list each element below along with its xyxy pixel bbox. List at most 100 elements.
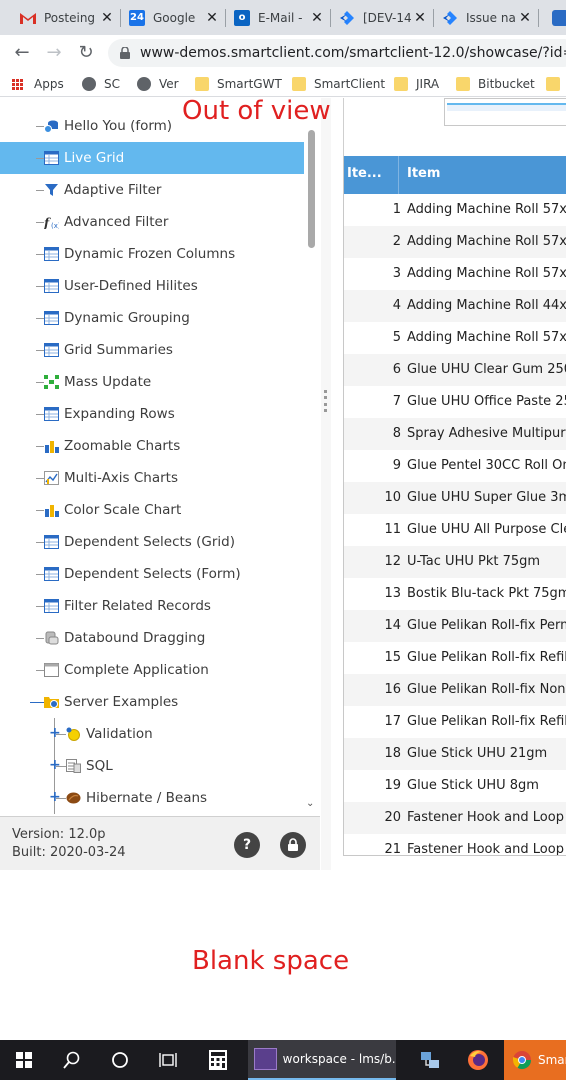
search-button[interactable]: [48, 1040, 96, 1080]
tree-item-label: Validation: [86, 726, 153, 742]
tab-outlook[interactable]: o E-Mail - ✕: [226, 0, 330, 35]
calculator-button[interactable]: [196, 1040, 240, 1080]
windows-start-button[interactable]: [0, 1040, 48, 1080]
tree-item[interactable]: Server Examples: [0, 686, 304, 718]
tab-jira-dev[interactable]: [DEV-14 ✕: [331, 0, 433, 35]
bookmark-bitbucket[interactable]: Bitbucket: [456, 75, 535, 93]
table-row[interactable]: 7 Glue UHU Office Paste 250g: [344, 386, 566, 418]
tree-item[interactable]: Databound Dragging: [0, 622, 304, 654]
tree-item[interactable]: Adaptive Filter: [0, 174, 304, 206]
table-row[interactable]: 8 Spray Adhesive Multipurpose: [344, 418, 566, 450]
tree-item[interactable]: Mass Update: [0, 366, 304, 398]
tab-jira-issue[interactable]: Issue na ✕: [434, 0, 538, 35]
gmail-icon: [20, 10, 36, 26]
scrollbar-thumb[interactable]: [308, 130, 315, 248]
table-row[interactable]: 4 Adding Machine Roll 44x76: [344, 290, 566, 322]
tree-item[interactable]: Live Grid: [0, 142, 304, 174]
chevron-down-icon[interactable]: ⌄: [306, 798, 314, 809]
expand-plus-icon[interactable]: +: [49, 726, 61, 740]
table-row[interactable]: 3 Adding Machine Roll 57x70: [344, 258, 566, 290]
close-icon[interactable]: ✕: [308, 10, 326, 26]
bookmark-ver[interactable]: Ver: [137, 75, 179, 93]
table-row[interactable]: 13 Bostik Blu-tack Pkt 75gm: [344, 578, 566, 610]
cortana-button[interactable]: [96, 1040, 144, 1080]
tree-item[interactable]: User-Defined Hilites: [0, 270, 304, 302]
tree-item[interactable]: Dynamic Grouping: [0, 302, 304, 334]
table-row[interactable]: 18 Glue Stick UHU 21gm: [344, 738, 566, 770]
tree-item-label: Server Examples: [64, 694, 179, 710]
tab-partial[interactable]: [544, 0, 566, 35]
bookmark-smartgwt[interactable]: SmartGWT: [195, 75, 282, 93]
tree-item[interactable]: Expanding Rows: [0, 398, 304, 430]
table-row[interactable]: 15 Glue Pelikan Roll-fix Refill P: [344, 642, 566, 674]
tree-item[interactable]: + Hibernate / Beans: [0, 782, 304, 814]
table-row[interactable]: 16 Glue Pelikan Roll-fix Non P: [344, 674, 566, 706]
table-row[interactable]: 14 Glue Pelikan Roll-fix Permanent: [344, 610, 566, 642]
shield-icon: [552, 9, 566, 26]
bookmark-apps[interactable]: Apps: [12, 75, 64, 93]
taskbar-workspace-window[interactable]: workspace - lms/b...: [248, 1040, 396, 1080]
tree-item[interactable]: Grid Summaries: [0, 334, 304, 366]
tab-google-calendar[interactable]: 24 Google ✕: [121, 0, 225, 35]
tree-item[interactable]: Zoomable Charts: [0, 430, 304, 462]
panel-splitter[interactable]: [321, 98, 331, 870]
splitter-grip[interactable]: [324, 390, 327, 412]
table-row[interactable]: 21 Fastener Hook and Loop D: [344, 834, 566, 855]
back-arrow-icon[interactable]: ←: [10, 41, 34, 65]
tree-item[interactable]: Complete Application: [0, 654, 304, 686]
table-row[interactable]: 19 Glue Stick UHU 8gm: [344, 770, 566, 802]
address-bar[interactable]: www-demos.smartclient.com/smartclient-12…: [108, 39, 566, 67]
forward-arrow-icon[interactable]: →: [42, 41, 66, 65]
table-row[interactable]: 9 Glue Pentel 30CC Roll On 3: [344, 450, 566, 482]
reload-icon[interactable]: ↻: [74, 41, 98, 65]
window-icon: [44, 663, 59, 677]
bookmark-partial[interactable]: [546, 75, 566, 93]
cell-item-id: 8: [392, 426, 401, 441]
bean-icon: [66, 791, 81, 805]
tree-item[interactable]: Multi-Axis Charts: [0, 462, 304, 494]
network-app-button[interactable]: [408, 1040, 452, 1080]
close-icon[interactable]: ✕: [98, 10, 116, 26]
bookmark-sc[interactable]: SC: [82, 75, 120, 93]
expand-plus-icon[interactable]: +: [49, 758, 61, 772]
table-row[interactable]: 2 Adding Machine Roll 57x64: [344, 226, 566, 258]
task-view-button[interactable]: [144, 1040, 192, 1080]
close-icon[interactable]: ✕: [516, 10, 534, 26]
firefox-button[interactable]: [456, 1040, 500, 1080]
bookmark-smartclient[interactable]: SmartClient: [292, 75, 385, 93]
tree-item[interactable]: Dynamic Frozen Columns: [0, 238, 304, 270]
lock-button[interactable]: [280, 832, 306, 858]
table-row[interactable]: 1 Adding Machine Roll 57x57: [344, 194, 566, 226]
tree-item[interactable]: Dependent Selects (Grid): [0, 526, 304, 558]
tab-gmail[interactable]: Posteing ✕: [12, 0, 120, 35]
cell-item-id: 20: [384, 810, 401, 825]
tree-scrollbar[interactable]: ⌄: [304, 98, 320, 816]
tree-item[interactable]: f(x)Advanced Filter: [0, 206, 304, 238]
expand-plus-icon[interactable]: +: [49, 790, 61, 804]
table-row[interactable]: 5 Adding Machine Roll 57x57: [344, 322, 566, 354]
filter-input[interactable]: [444, 98, 566, 126]
table-row[interactable]: 6 Glue UHU Clear Gum 250ml: [344, 354, 566, 386]
tree-item[interactable]: Dependent Selects (Form): [0, 558, 304, 590]
tree-item[interactable]: + SQL: [0, 750, 304, 782]
network-icon: [421, 1052, 439, 1068]
help-button[interactable]: ?: [234, 832, 260, 858]
table-row[interactable]: 20 Fastener Hook and Loop St: [344, 802, 566, 834]
task-view-icon: [159, 1053, 177, 1067]
close-icon[interactable]: ✕: [411, 10, 429, 26]
cell-item-id: 1: [392, 202, 401, 217]
table-row[interactable]: 10 Glue UHU Super Glue 3ml: [344, 482, 566, 514]
table-row[interactable]: 12 U-Tac UHU Pkt 75gm: [344, 546, 566, 578]
tree-item[interactable]: + Validation: [0, 718, 304, 750]
tree-item[interactable]: Filter Related Records: [0, 590, 304, 622]
tree-item-label: Live Grid: [64, 150, 125, 166]
bookmark-jira[interactable]: JIRA: [394, 75, 439, 93]
table-row[interactable]: 17 Glue Pelikan Roll-fix Refill N: [344, 706, 566, 738]
table-row[interactable]: 11 Glue UHU All Purpose Clear: [344, 514, 566, 546]
column-header-item-id[interactable]: Ite...: [347, 166, 382, 181]
tree-item[interactable]: Color Scale Chart: [0, 494, 304, 526]
taskbar-chrome-window[interactable]: Smar: [504, 1040, 566, 1080]
column-header-item[interactable]: Item: [407, 166, 440, 181]
close-icon[interactable]: ✕: [203, 10, 221, 26]
folder-gear-icon: [44, 695, 59, 709]
